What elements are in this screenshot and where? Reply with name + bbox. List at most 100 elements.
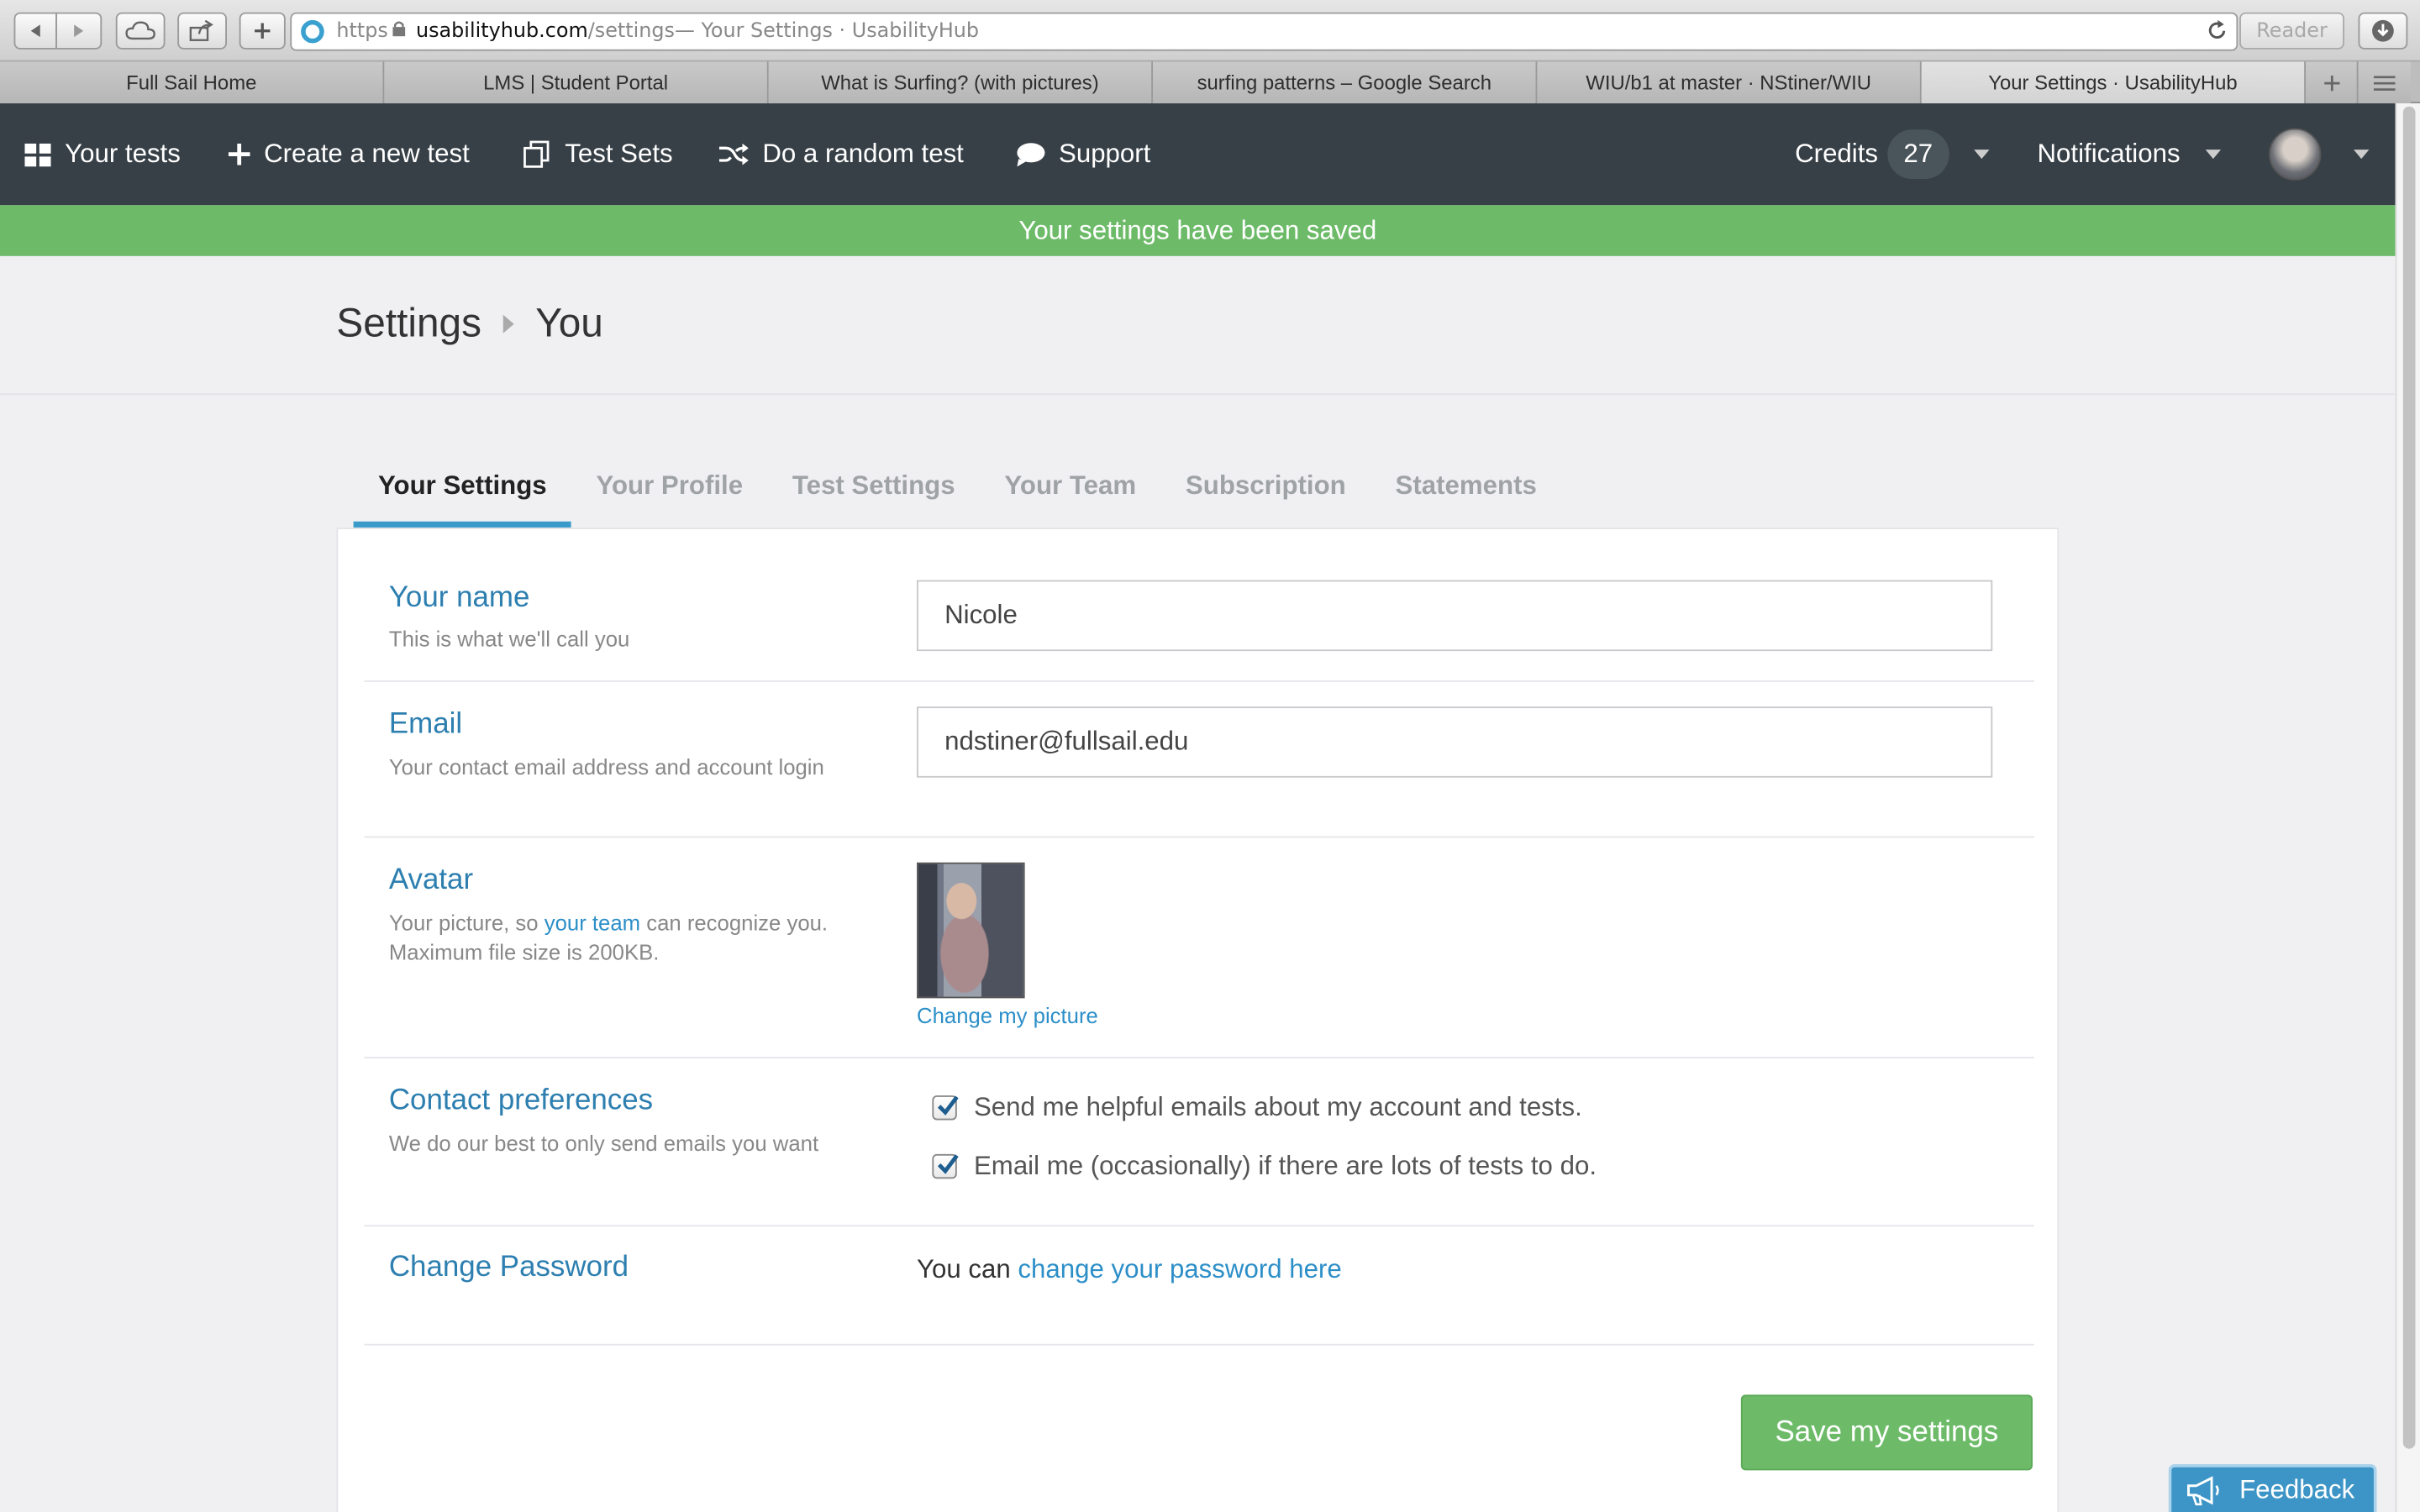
reload-icon[interactable] [2208, 19, 2227, 46]
megaphone-icon [2187, 1475, 2219, 1505]
name-row: Your name This is what we'll call you Ni… [364, 529, 2034, 682]
helpful-emails-option[interactable]: Send me helpful emails about my account … [932, 1092, 1582, 1123]
download-icon [2372, 19, 2394, 42]
nav-support[interactable]: Support [1016, 103, 1150, 205]
email-label: Email [388, 708, 463, 741]
breadcrumb-settings[interactable]: Settings [336, 299, 481, 347]
breadcrumb: Settings You [336, 299, 602, 347]
browser-tab[interactable]: Full Sail Home [0, 61, 385, 104]
site-navbar: Your tests Create a new test Test Sets D… [0, 103, 2396, 206]
browser-tab[interactable]: WIU/b1 at master · NStiner/WIU [1537, 61, 1922, 104]
tab-statements[interactable]: Statements [1370, 457, 1561, 528]
change-password-row: Change Password You can change your pass… [364, 1226, 2034, 1346]
credits-count-badge: 27 [1887, 129, 1949, 180]
nav-test-sets[interactable]: Test Sets [523, 103, 673, 205]
tab-your-team[interactable]: Your Team [980, 457, 1161, 528]
share-icon [189, 19, 213, 41]
checkmark-icon [937, 1095, 959, 1116]
tab-test-settings[interactable]: Test Settings [767, 457, 980, 528]
change-picture-link[interactable]: Change my picture [917, 1003, 1098, 1027]
checkmark-icon [937, 1154, 959, 1174]
chevron-down-icon [1973, 150, 1990, 160]
name-label: Your name [388, 581, 530, 615]
avatar-description: Your picture, so your team can recognize… [388, 910, 829, 964]
contact-preferences-description: We do our best to only send emails you w… [388, 1131, 819, 1156]
test-sets-icon [523, 140, 550, 168]
nav-your-tests[interactable]: Your tests [24, 103, 181, 205]
feedback-label: Feedback [2239, 1474, 2355, 1504]
share-button[interactable] [177, 12, 227, 50]
feedback-button[interactable]: Feedback [2168, 1464, 2377, 1512]
your-team-link[interactable]: your team [544, 911, 640, 935]
back-button[interactable] [13, 12, 57, 50]
chat-bubble-icon [1017, 143, 1045, 167]
contact-preferences-label: Contact preferences [388, 1084, 654, 1117]
plus-icon [255, 23, 271, 39]
avatar-size-limit: Maximum file size is 200KB. [388, 939, 660, 964]
nav-create-test[interactable]: Create a new test [228, 103, 470, 205]
tab-your-settings[interactable]: Your Settings [353, 457, 572, 528]
tab-overview-button[interactable] [2358, 61, 2411, 104]
new-tab-button[interactable] [239, 12, 286, 50]
icloud-tabs-button[interactable] [115, 12, 166, 50]
nav-create-test-label: Create a new test [264, 139, 470, 169]
email-description: Your contact email address and account l… [388, 754, 824, 780]
site-identity-icon [301, 19, 324, 44]
cloud-icon [125, 21, 155, 40]
plus-icon [228, 143, 250, 165]
nav-random-test-label: Do a random test [762, 139, 964, 169]
change-password-link[interactable]: change your password here [1018, 1254, 1341, 1284]
browser-toolbar: https usabilityhub.com /settings — Your … [0, 0, 2420, 62]
browser-tab-bar: Full Sail Home LMS | Student Portal What… [0, 61, 2420, 104]
scrollbar-thumb[interactable] [2402, 106, 2416, 1449]
page-title-in-url: — Your Settings · UsabilityHub [674, 19, 980, 44]
reader-button[interactable]: Reader [2239, 12, 2344, 50]
email-input[interactable]: ndstiner@fullsail.edu [917, 706, 1993, 778]
tab-list-icon [2373, 75, 2396, 90]
breadcrumb-current: You [535, 299, 603, 346]
tab-subscription[interactable]: Subscription [1161, 457, 1371, 528]
breadcrumb-separator-icon [502, 313, 514, 333]
grid-icon [24, 142, 51, 166]
test-invites-option[interactable]: Email me (occasionally) if there are lot… [932, 1151, 1597, 1182]
page-scrollbar[interactable] [2395, 103, 2420, 1512]
address-bar[interactable]: https usabilityhub.com /settings — Your … [290, 12, 2238, 51]
success-flash-message: Your settings have been saved [0, 205, 2396, 256]
credits-label: Credits [1795, 139, 1879, 169]
change-password-label: Change Password [388, 1251, 629, 1284]
plus-icon [2323, 75, 2339, 91]
avatar-row: Avatar Your picture, so your team can re… [364, 837, 2034, 1058]
helpful-emails-label: Send me helpful emails about my account … [973, 1092, 1582, 1122]
nav-credits[interactable]: Credits 27 [1795, 103, 1990, 205]
nav-notifications[interactable]: Notifications [2037, 103, 2221, 205]
browser-tab[interactable]: surfing patterns – Google Search [1153, 61, 1538, 104]
settings-tabs: Your Settings Your Profile Test Settings… [353, 457, 1562, 528]
browser-tab[interactable]: LMS | Student Portal [384, 61, 769, 104]
url-scheme: https [336, 19, 388, 44]
nav-test-sets-label: Test Sets [565, 139, 673, 169]
add-tab-button[interactable] [2306, 61, 2359, 104]
save-settings-button[interactable]: Save my settings [1740, 1394, 2033, 1471]
nav-random-test[interactable]: Do a random test [718, 103, 964, 205]
forward-button[interactable] [55, 12, 103, 50]
email-row: Email Your contact email address and acc… [364, 682, 2034, 838]
avatar-image [917, 862, 1025, 999]
tab-your-profile[interactable]: Your Profile [571, 457, 767, 528]
contact-preferences-row: Contact preferences We do our best to on… [364, 1058, 2034, 1227]
browser-tab-active[interactable]: Your Settings · UsabilityHub [1921, 61, 2307, 104]
avatar-label: Avatar [388, 864, 474, 897]
change-password-text: You can change your password here [917, 1254, 1342, 1284]
name-input[interactable]: Nicole [917, 580, 1993, 652]
shuffle-icon [718, 143, 749, 165]
browser-tab[interactable]: What is Surfing? (with pictures) [768, 61, 1154, 104]
test-invites-checkbox[interactable] [932, 1153, 959, 1179]
nav-user-menu[interactable] [2269, 103, 2370, 205]
back-arrow-icon [30, 24, 40, 38]
helpful-emails-checkbox[interactable] [932, 1095, 959, 1121]
downloads-button[interactable] [2358, 12, 2408, 50]
user-avatar [2269, 128, 2322, 181]
name-description: This is what we'll call you [388, 626, 630, 652]
url-path: /settings [587, 19, 675, 44]
chevron-down-icon [2354, 150, 2370, 160]
nav-your-tests-label: Your tests [65, 139, 181, 169]
